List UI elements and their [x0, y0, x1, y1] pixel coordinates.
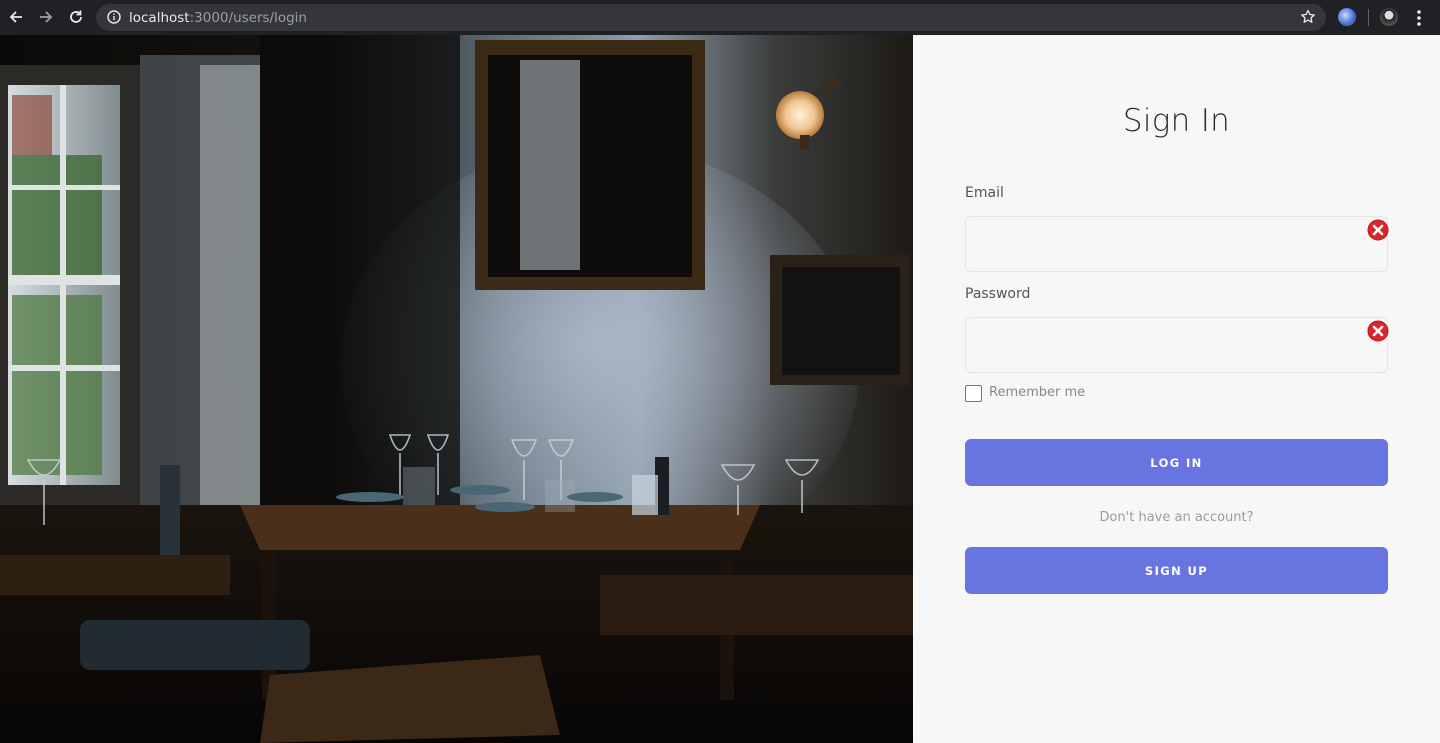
signup-button[interactable]: SIGN UP: [965, 547, 1388, 594]
info-icon[interactable]: [107, 10, 121, 24]
menu-dots-icon[interactable]: [1411, 8, 1427, 28]
back-arrow-icon[interactable]: [6, 7, 26, 27]
url-text[interactable]: localhost:3000/users/login: [129, 10, 307, 26]
password-field[interactable]: [965, 317, 1389, 373]
address-bar[interactable]: localhost:3000/users/login: [96, 4, 1326, 31]
restaurant-interior-photo: [0, 35, 913, 743]
sign-in-panel: Sign In Email Password Remember me LOG I…: [913, 35, 1440, 743]
remember-me-label[interactable]: Remember me: [989, 385, 1085, 400]
browser-toolbar: localhost:3000/users/login: [0, 0, 1440, 35]
extension-icon[interactable]: [1338, 8, 1356, 26]
remember-me-checkbox[interactable]: [965, 385, 982, 402]
url-host: localhost: [129, 10, 190, 26]
forward-arrow-icon[interactable]: [36, 7, 56, 27]
reload-icon[interactable]: [66, 7, 86, 27]
password-label: Password: [965, 286, 1031, 302]
login-button[interactable]: LOG IN: [965, 439, 1388, 486]
avatar[interactable]: [1380, 8, 1398, 26]
star-icon[interactable]: [1300, 9, 1316, 25]
email-field[interactable]: [965, 216, 1389, 272]
url-path: :3000/users/login: [189, 10, 307, 26]
no-account-text: Don't have an account?: [1099, 510, 1254, 525]
error-x-icon: [1367, 320, 1389, 342]
email-label: Email: [965, 185, 1004, 201]
page-title: Sign In: [1122, 103, 1231, 139]
toolbar-divider: [1368, 9, 1369, 26]
error-x-icon: [1367, 219, 1389, 241]
